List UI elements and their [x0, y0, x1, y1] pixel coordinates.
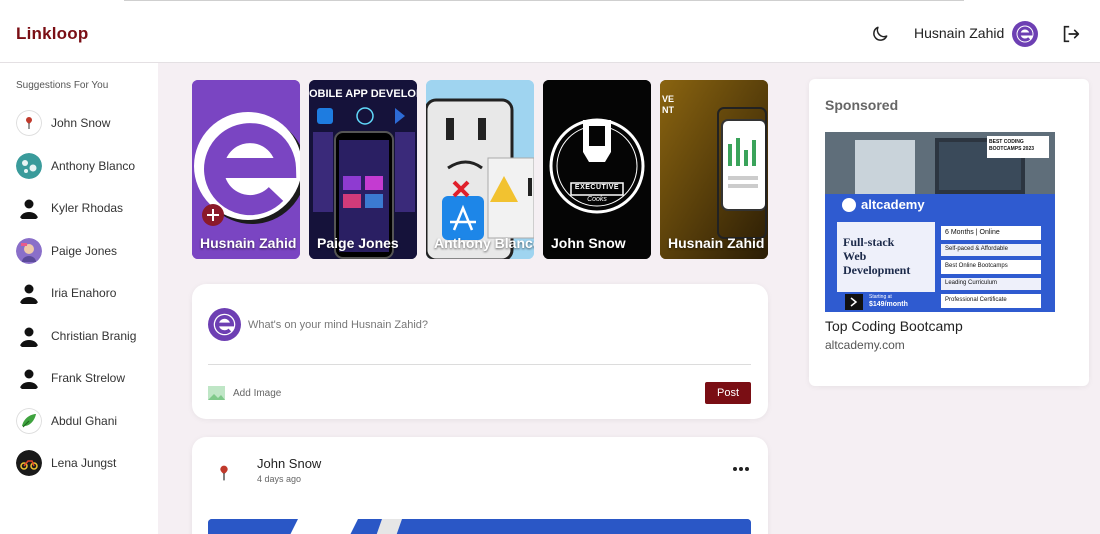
moon-icon[interactable]: [870, 24, 890, 44]
ad-badge: BOOTCAMPS 2023: [989, 146, 1035, 152]
story-card[interactable]: VE NT Husnain Zahid: [660, 80, 768, 259]
suggestion-name: Iria Enahoro: [51, 286, 117, 300]
suggestion-name: Anthony Blanco: [51, 159, 136, 173]
ad-feature: Best Online Bootcamps: [945, 263, 1008, 269]
user-avatar[interactable]: [208, 457, 240, 489]
more-options-icon[interactable]: [732, 463, 750, 475]
suggestion-name: Frank Strelow: [51, 371, 126, 385]
story-name: Anthony Blanco: [434, 235, 534, 251]
story-name: John Snow: [551, 235, 626, 251]
sponsored-title: Sponsored: [825, 97, 899, 113]
suggestion-item[interactable]: Iria Enahoro: [16, 279, 156, 307]
story-banner-text: VE NT: [662, 94, 675, 115]
ad-headline: Full-stack: [843, 235, 895, 249]
post-timestamp: 4 days ago: [257, 474, 302, 484]
user-avatar: [16, 408, 42, 434]
suggestion-name: Abdul Ghani: [51, 414, 118, 428]
header-user-name[interactable]: Husnain Zahid: [914, 25, 1004, 41]
user-avatar: [16, 365, 42, 391]
suggestions-title: Suggestions For You: [16, 80, 109, 91]
ad-headline: Web: [843, 249, 867, 263]
story-name: Husnain Zahid: [668, 235, 765, 251]
ad-feature: 6 Months | Online: [945, 229, 1000, 236]
story-badge-text: EXECUTIVE: [574, 184, 620, 191]
ad-headline: Development: [843, 263, 911, 277]
user-avatar: [16, 238, 42, 264]
story-image: [543, 80, 651, 259]
app-header: Linkloop Husnain Zahid: [0, 6, 1100, 63]
user-avatar: [16, 450, 42, 476]
suggestion-name: Lena Jungst: [51, 456, 117, 470]
add-image-label: Add Image: [233, 387, 282, 399]
post-author[interactable]: John Snow: [257, 456, 321, 471]
brand-logo[interactable]: Linkloop: [16, 24, 88, 44]
suggestion-name: Kyler Rhodas: [51, 201, 124, 215]
user-avatar: [16, 110, 42, 136]
ad-price: $149/month: [869, 301, 908, 308]
image-icon: [208, 386, 225, 400]
story-name: Husnain Zahid: [200, 235, 297, 251]
suggestion-item[interactable]: Christian Branig: [16, 322, 156, 350]
user-avatar: [16, 153, 42, 179]
add-image-button[interactable]: Add Image: [208, 385, 281, 401]
top-divider: [124, 0, 964, 1]
ad-feature: Self-paced & Affordable: [945, 246, 1008, 252]
story-badge-subtext: Cooks: [587, 196, 607, 203]
ad-feature: Leading Curriculum: [945, 280, 998, 286]
story-card[interactable]: EXECUTIVE Cooks John Snow: [543, 80, 651, 259]
ad-url[interactable]: altcademy.com: [825, 338, 905, 352]
user-avatar: [16, 195, 42, 221]
post-image-graphic: [208, 519, 751, 534]
suggestion-item[interactable]: Anthony Blanco: [16, 152, 156, 180]
post-composer: Add Image Post: [192, 284, 768, 419]
ad-brand: altcademy: [861, 197, 925, 212]
story-card[interactable]: Husnain Zahid: [192, 80, 300, 259]
story-banner-text: OBILE APP DEVELOPM: [309, 88, 417, 100]
logout-icon[interactable]: [1060, 23, 1082, 45]
suggestion-item[interactable]: Frank Strelow: [16, 364, 156, 392]
suggestion-name: Christian Branig: [51, 329, 137, 343]
story-name: Paige Jones: [317, 235, 399, 251]
ad-title[interactable]: Top Coding Bootcamp: [825, 318, 963, 334]
ad-feature: Professional Certificate: [945, 297, 1007, 303]
sponsored-ad-image[interactable]: altcademy Full-stack Web Development BES…: [825, 132, 1055, 312]
suggestion-item[interactable]: Kyler Rhodas: [16, 194, 156, 222]
post-input[interactable]: [248, 316, 728, 334]
suggestions-sidebar: Suggestions For You John Snow Anthony Bl…: [0, 63, 158, 534]
user-avatar: [16, 323, 42, 349]
story-image: [192, 80, 300, 259]
post-image[interactable]: [208, 519, 751, 534]
suggestion-name: Paige Jones: [51, 244, 118, 258]
add-story-icon[interactable]: [202, 204, 224, 226]
post-card: John Snow 4 days ago: [192, 437, 768, 534]
suggestion-item[interactable]: Abdul Ghani: [16, 407, 156, 435]
user-avatar: [16, 280, 42, 306]
post-button[interactable]: Post: [705, 382, 751, 404]
ad-price: Starting at: [869, 294, 892, 300]
composer-divider: [208, 364, 751, 365]
sponsored-card: Sponsored altcademy Full-stack Web Devel…: [809, 79, 1089, 386]
ad-graphic: [825, 132, 1055, 312]
suggestion-item[interactable]: Paige Jones: [16, 237, 156, 265]
suggestion-name: John Snow: [51, 116, 111, 130]
user-avatar: [208, 308, 241, 341]
suggestion-item[interactable]: Lena Jungst: [16, 449, 156, 477]
suggestion-item[interactable]: John Snow: [16, 109, 156, 137]
story-card[interactable]: OBILE APP DEVELOPM Paige Jones: [309, 80, 417, 259]
story-image: [426, 80, 534, 259]
story-image: [309, 80, 417, 259]
user-avatar[interactable]: [1012, 21, 1038, 47]
story-card[interactable]: Anthony Blanco: [426, 80, 534, 259]
ad-badge: BEST CODING: [989, 139, 1024, 145]
